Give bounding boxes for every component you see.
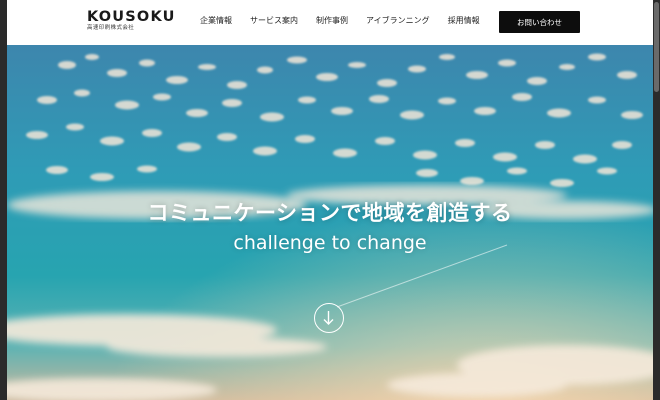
window-left-edge [0, 0, 7, 400]
logo-subtitle: 高速印刷株式会社 [87, 25, 135, 31]
site-logo[interactable]: KOUSOKU 高速印刷株式会社 [87, 9, 176, 32]
window-scrollbar[interactable] [653, 0, 660, 400]
nav-item-company[interactable]: 企業情報 [200, 15, 232, 27]
main-nav: 企業情報 サービス案内 制作事例 アイブランニング 採用情報 [200, 15, 498, 27]
scroll-down-button[interactable] [314, 303, 344, 333]
contact-button[interactable]: お問い合わせ [499, 11, 580, 33]
nav-item-services[interactable]: サービス案内 [250, 15, 298, 27]
hero-title: コミュニケーションで地域を創造する [147, 201, 513, 225]
arrow-down-icon [323, 311, 334, 325]
hero-subtitle: challenge to change [233, 232, 427, 254]
browser-viewport: KOUSOKU 高速印刷株式会社 企業情報 サービス案内 制作事例 アイブランニ… [7, 0, 653, 400]
nav-item-planning[interactable]: アイブランニング [366, 15, 430, 27]
site-header: KOUSOKU 高速印刷株式会社 企業情報 サービス案内 制作事例 アイブランニ… [7, 0, 653, 45]
nav-item-recruit[interactable]: 採用情報 [448, 15, 480, 27]
logo-text: KOUSOKU [87, 9, 176, 25]
scrollbar-thumb[interactable] [654, 2, 659, 92]
nav-item-works[interactable]: 制作事例 [316, 15, 348, 27]
hero-section: コミュニケーションで地域を創造する challenge to change [7, 45, 653, 400]
